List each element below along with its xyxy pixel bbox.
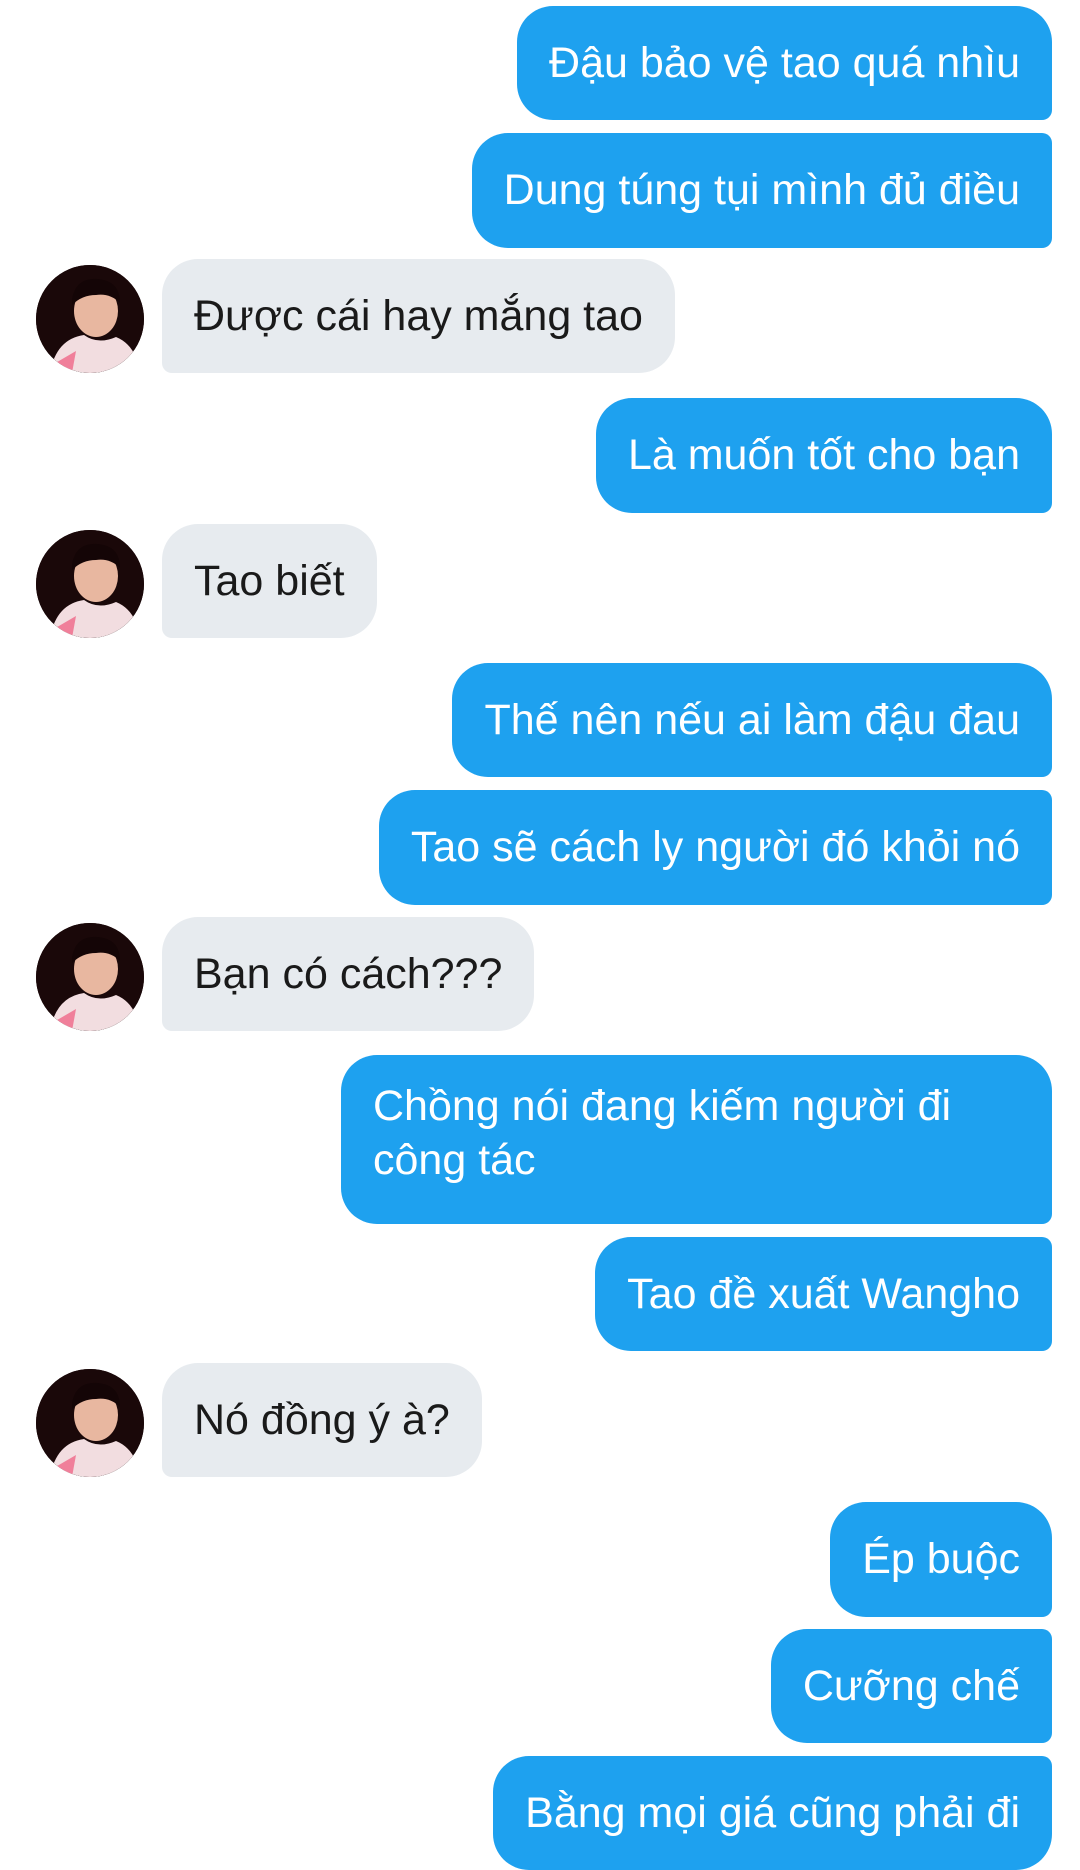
- avatar-photo-icon: [36, 265, 144, 373]
- outgoing-message[interactable]: Cưỡng chế: [770, 1629, 1052, 1743]
- avatar-photo-icon: [36, 530, 144, 638]
- contact-avatar[interactable]: [36, 265, 144, 373]
- contact-avatar[interactable]: [36, 923, 144, 1031]
- outgoing-message[interactable]: Bằng mọi giá cũng phải đi: [493, 1756, 1052, 1870]
- outgoing-message[interactable]: Chồng nói đang kiếm người đi công tác: [341, 1055, 1052, 1224]
- incoming-message[interactable]: Bạn có cách???: [162, 917, 535, 1031]
- outgoing-message[interactable]: Là muốn tốt cho bạn: [595, 398, 1052, 513]
- outgoing-message[interactable]: Tao đề xuất Wangho: [595, 1237, 1052, 1351]
- outgoing-message[interactable]: Thế nên nếu ai làm đậu đau: [452, 663, 1052, 777]
- contact-avatar[interactable]: [36, 1369, 144, 1477]
- incoming-message[interactable]: Nó đồng ý à?: [162, 1363, 482, 1477]
- avatar-photo-icon: [36, 1369, 144, 1477]
- incoming-message[interactable]: Tao biết: [162, 524, 377, 638]
- avatar-photo-icon: [36, 923, 144, 1031]
- outgoing-message[interactable]: Dung túng tụi mình đủ điều: [471, 133, 1052, 248]
- outgoing-message[interactable]: Tao sẽ cách ly người đó khỏi nó: [378, 790, 1052, 905]
- incoming-message[interactable]: Được cái hay mắng tao: [162, 259, 675, 373]
- chat-thread[interactable]: Đậu bảo vệ tao quá nhìu Dung túng tụi mì…: [0, 0, 1080, 1870]
- outgoing-message[interactable]: Ép buộc: [830, 1502, 1052, 1617]
- contact-avatar[interactable]: [36, 530, 144, 638]
- outgoing-message[interactable]: Đậu bảo vệ tao quá nhìu: [517, 6, 1052, 120]
